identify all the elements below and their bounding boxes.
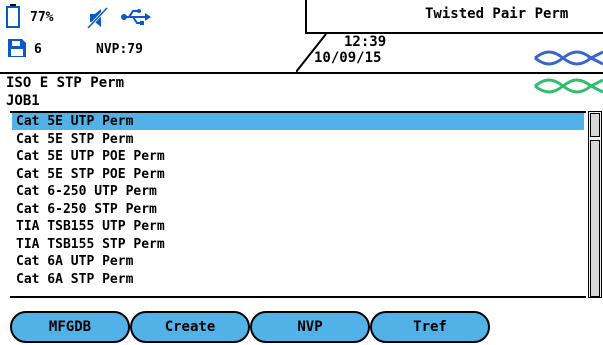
softkey-nvp[interactable]: NVP [250,311,370,343]
list-item[interactable]: TIA TSB155 UTP Perm [12,218,584,235]
title-panel: Twisted Pair Perm [305,0,603,34]
clock-time: 12:39 [344,34,387,50]
job-label: JOB1 [6,93,40,109]
list-item[interactable]: Cat 5E STP POE Perm [12,166,584,183]
clock-date: 10/09/15 [314,50,382,66]
softkey-create[interactable]: Create [130,311,250,343]
battery-icon [6,4,20,32]
mute-icon [86,6,109,33]
softkey-tref[interactable]: Tref [370,311,490,343]
nvp-value: NVP:79 [96,42,143,57]
usb-icon [121,9,151,29]
list-item[interactable]: Cat 5E STP Perm [12,131,584,148]
list-item[interactable]: Cat 6A UTP Perm [12,253,584,270]
test-limit-label: ISO E STP Perm [6,75,125,91]
tester-screen: 77% Twisted Pair Perm 6 NVP:79 12:39 10/… [0,0,603,345]
softkey-mfgdb[interactable]: MFGDB [10,311,130,343]
list-item[interactable]: Cat 6-250 UTP Perm [12,183,584,200]
status-header: 77% Twisted Pair Perm 6 NVP:79 12:39 10/… [0,0,603,111]
battery-percent: 77% [30,10,54,25]
list-item[interactable]: TIA TSB155 STP Perm [12,236,584,253]
mode-title: Twisted Pair Perm [425,6,569,22]
softkey-bar: MFGDB Create NVP Tref [0,310,603,345]
header-divider [0,72,603,74]
list-item[interactable]: Cat 5E UTP POE Perm [12,148,584,165]
memory-icon [8,39,26,61]
list-item[interactable]: Cat 6-250 STP Perm [12,201,584,218]
scrollbar-thumb[interactable] [590,113,600,137]
scrollbar-track[interactable] [590,140,600,297]
list-item[interactable]: Cat 6A STP Perm [12,271,584,288]
list-item[interactable]: Cat 5E UTP Perm [12,113,584,130]
memory-count: 6 [34,42,42,57]
cable-pair-icon [533,48,603,104]
list-scrollbar[interactable] [588,111,602,298]
